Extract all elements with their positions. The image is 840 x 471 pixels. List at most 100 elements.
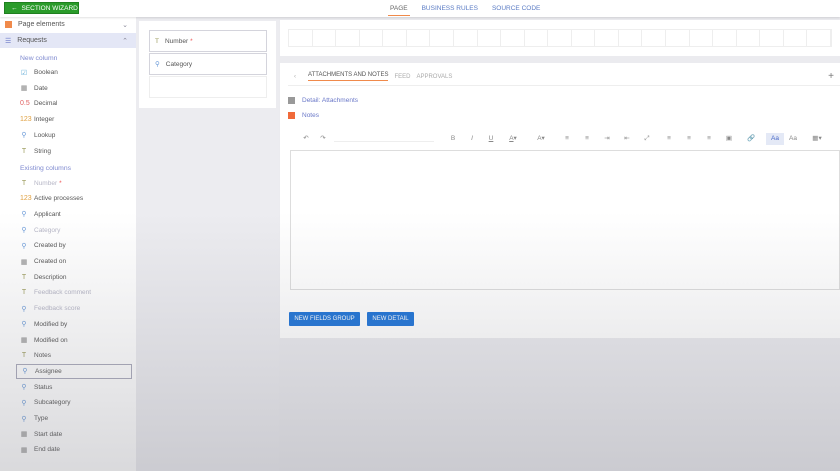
grid-cell[interactable] bbox=[360, 30, 384, 46]
sidebar-item-subcategory[interactable]: ⚲ Subcategory bbox=[16, 395, 132, 410]
notes-editor[interactable] bbox=[290, 150, 840, 290]
page-elements-section[interactable]: Page elements ⌄ bbox=[0, 17, 136, 32]
font-family-icon[interactable]: Aa bbox=[786, 133, 800, 145]
numbered-list-icon[interactable]: ≡ bbox=[560, 133, 574, 145]
highlight-icon[interactable]: A▾ bbox=[534, 133, 548, 145]
new-fields-group-button[interactable]: NEW FIELDS GROUP bbox=[289, 312, 360, 326]
sidebar-item-notes[interactable]: T Notes bbox=[16, 348, 132, 363]
grid-cell[interactable] bbox=[572, 30, 596, 46]
grid-cell[interactable] bbox=[313, 30, 337, 46]
sidebar-item-assignee[interactable]: ⚲ Assignee bbox=[16, 363, 132, 379]
indent-icon[interactable]: ⇥ bbox=[600, 133, 614, 145]
sidebar-item-applicant[interactable]: ⚲ Applicant bbox=[16, 207, 132, 222]
sidebar: Page elements ⌄ ☰ Requests ⌃ New column Exi… bbox=[0, 17, 136, 471]
sidebar-item-created-on[interactable]: ▦ Created on bbox=[16, 254, 132, 269]
plus-icon[interactable]: + bbox=[828, 71, 834, 82]
outdent-icon[interactable]: ⇤ bbox=[620, 133, 634, 145]
sidebar-item-active-processes[interactable]: 123 Active processes bbox=[16, 191, 132, 206]
redo-icon[interactable]: ↷ bbox=[316, 133, 330, 145]
notes-item[interactable]: Notes bbox=[288, 112, 319, 119]
grid-cell[interactable] bbox=[501, 30, 525, 46]
tab-attachments-notes[interactable]: ATTACHMENTS AND NOTES bbox=[308, 72, 389, 81]
grid-cell[interactable] bbox=[336, 30, 360, 46]
sidebar-item-date[interactable]: ▦ Date bbox=[16, 81, 132, 96]
grid-cell[interactable] bbox=[737, 30, 761, 46]
tab-source-code[interactable]: SOURCE CODE bbox=[492, 0, 540, 17]
layout-grid[interactable] bbox=[280, 20, 840, 56]
search-icon: ⚲ bbox=[22, 368, 28, 376]
image-icon[interactable]: ▣ bbox=[722, 133, 736, 145]
grid-cell[interactable] bbox=[289, 30, 313, 46]
font-color-icon[interactable]: A▾ bbox=[506, 133, 520, 145]
chevron-left-icon[interactable]: ‹ bbox=[294, 74, 296, 80]
integer-icon: 123 bbox=[20, 116, 32, 124]
existing-columns-heading: Existing columns bbox=[20, 165, 71, 172]
align-center-icon[interactable]: ≡ bbox=[682, 133, 696, 145]
tab-approvals[interactable]: APPROVALS bbox=[416, 74, 452, 80]
sidebar-item-feedback-comment[interactable]: T Feedback comment bbox=[16, 285, 132, 300]
category-field[interactable]: ⚲ Category bbox=[149, 53, 267, 75]
sidebar-item-status[interactable]: ⚲ Status bbox=[16, 380, 132, 395]
undo-icon[interactable]: ↶ bbox=[299, 133, 313, 145]
underline-icon[interactable]: U bbox=[484, 133, 498, 145]
tab-page[interactable]: PAGE bbox=[388, 0, 410, 17]
italic-icon[interactable]: I bbox=[465, 133, 479, 145]
sidebar-item-description[interactable]: T Description bbox=[16, 270, 132, 285]
empty-slot[interactable] bbox=[149, 76, 267, 98]
sidebar-item-decimal[interactable]: 0.5 Decimal bbox=[16, 96, 132, 111]
fullscreen-icon[interactable]: ⤢ bbox=[640, 133, 654, 145]
search-icon: ⚲ bbox=[21, 227, 27, 235]
align-right-icon[interactable]: ≡ bbox=[702, 133, 716, 145]
text-icon: T bbox=[21, 147, 27, 155]
search-icon: ⚲ bbox=[21, 211, 27, 219]
sidebar-item-start-date[interactable]: ▦ Start date bbox=[16, 427, 132, 442]
grid-cell[interactable] bbox=[548, 30, 572, 46]
tab-business-rules[interactable]: BUSINESS RULES bbox=[422, 0, 478, 17]
grid-cell[interactable] bbox=[713, 30, 737, 46]
link-icon[interactable]: 🔗 bbox=[744, 133, 758, 145]
sidebar-item-lookup[interactable]: ⚲ Lookup bbox=[16, 128, 132, 143]
tab-feed[interactable]: FEED bbox=[394, 74, 410, 80]
grid-cell[interactable] bbox=[690, 30, 714, 46]
sidebar-item-string[interactable]: T String bbox=[16, 144, 132, 159]
sidebar-item-type[interactable]: ⚲ Type bbox=[16, 411, 132, 426]
arrow-left-icon: ← bbox=[11, 4, 18, 12]
text-icon: T bbox=[21, 179, 27, 187]
sidebar-item-end-date[interactable]: ▦ End date bbox=[16, 442, 132, 457]
grid-cell[interactable] bbox=[784, 30, 808, 46]
grid-cell[interactable] bbox=[619, 30, 643, 46]
grid-cell[interactable] bbox=[760, 30, 784, 46]
grid-cell[interactable] bbox=[407, 30, 431, 46]
grid-cell[interactable] bbox=[525, 30, 549, 46]
sidebar-item-feedback-score[interactable]: ⚲ Feedback score bbox=[16, 301, 132, 316]
number-field[interactable]: T Number * bbox=[149, 30, 267, 52]
table-icon[interactable]: ▦▾ bbox=[810, 133, 824, 145]
decimal-icon: 0.5 bbox=[20, 100, 30, 108]
bullet-list-icon[interactable]: ≡ bbox=[580, 133, 594, 145]
bold-icon[interactable]: B bbox=[446, 133, 460, 145]
sidebar-item-category[interactable]: ⚲ Category bbox=[16, 223, 132, 238]
details-panel: ‹ ATTACHMENTS AND NOTES FEED APPROVALS +… bbox=[280, 63, 840, 338]
new-detail-button[interactable]: NEW DETAIL bbox=[367, 312, 414, 326]
grid-cell[interactable] bbox=[595, 30, 619, 46]
grid-cell[interactable] bbox=[807, 30, 831, 46]
section-wizard-button[interactable]: ← SECTION WIZARD bbox=[4, 2, 79, 14]
sidebar-item-boolean[interactable]: ☑ Boolean bbox=[16, 65, 132, 80]
font-select[interactable] bbox=[334, 141, 434, 142]
grid-cell[interactable] bbox=[430, 30, 454, 46]
grid-cell[interactable] bbox=[642, 30, 666, 46]
sidebar-item-modified-on[interactable]: ▦ Modified on bbox=[16, 333, 132, 348]
grid-cell[interactable] bbox=[478, 30, 502, 46]
sidebar-item-integer[interactable]: 123 Integer bbox=[16, 112, 132, 127]
font-size-icon[interactable]: Aa bbox=[766, 133, 784, 145]
search-icon: ⚲ bbox=[21, 399, 27, 407]
sidebar-item-created-by[interactable]: ⚲ Created by bbox=[16, 238, 132, 253]
sidebar-item-number[interactable]: T Number * bbox=[16, 176, 132, 191]
sidebar-item-modified-by[interactable]: ⚲ Modified by bbox=[16, 317, 132, 332]
grid-cell[interactable] bbox=[454, 30, 478, 46]
grid-cell[interactable] bbox=[383, 30, 407, 46]
align-left-icon[interactable]: ≡ bbox=[662, 133, 676, 145]
requests-section[interactable]: ☰ Requests ⌃ bbox=[0, 33, 136, 48]
detail-attachments[interactable]: Detail: Attachments bbox=[288, 97, 358, 104]
grid-cell[interactable] bbox=[666, 30, 690, 46]
